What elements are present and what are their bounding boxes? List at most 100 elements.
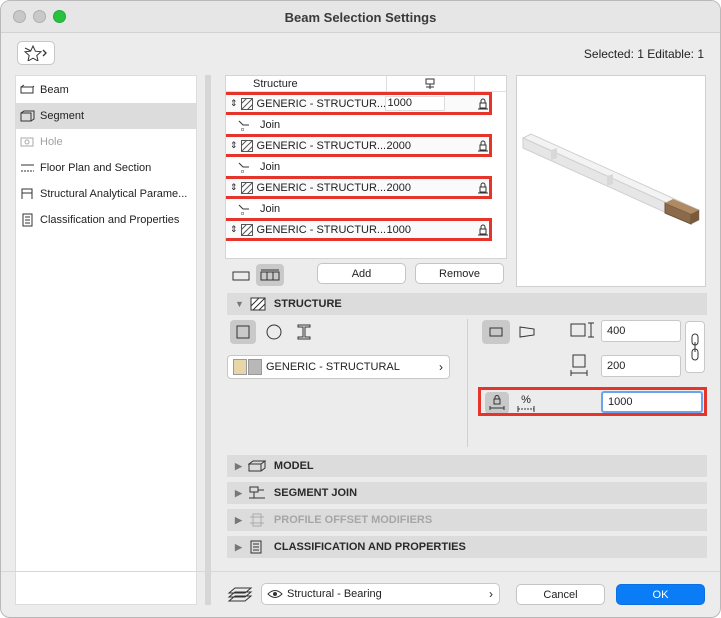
complex-profile-button[interactable]: [291, 320, 317, 344]
structure-column-header: Structure: [253, 78, 298, 90]
material-swatch-icon: [233, 359, 247, 375]
section-title: STRUCTURE: [273, 298, 342, 310]
collapsed-chevron-icon: ▶: [235, 541, 242, 552]
highlight-box: [478, 387, 707, 416]
tapered-beam-button[interactable]: [513, 320, 541, 344]
model-section-header[interactable]: ▶ MODEL: [227, 455, 707, 477]
svg-text:α: α: [241, 169, 244, 173]
ok-button[interactable]: OK: [616, 584, 705, 605]
join-icon: α: [238, 162, 249, 173]
selection-info: Selected: 1 Editable: 1: [583, 47, 704, 61]
join-row[interactable]: α Join: [226, 157, 492, 176]
add-segment-button[interactable]: Add: [317, 263, 406, 284]
title-bar: Beam Selection Settings: [1, 1, 720, 33]
remove-segment-button[interactable]: Remove: [415, 263, 504, 284]
sidebar-item-segment[interactable]: Segment: [16, 103, 196, 129]
chevron-right-icon: ›: [489, 587, 493, 601]
section-title: SEGMENT JOIN: [273, 487, 358, 499]
rectangular-profile-button[interactable]: [230, 320, 256, 344]
sidebar-item-label: Hole: [40, 136, 63, 148]
join-icon: α: [238, 204, 249, 215]
expanded-chevron-icon: ▼: [235, 299, 244, 309]
sidebar-item-label: Segment: [40, 110, 85, 122]
highlight-box: [226, 218, 492, 241]
width-dimension-icon: [570, 322, 594, 338]
sidebar-item-label: Beam: [40, 84, 69, 96]
segment-icon: [20, 110, 35, 122]
cancel-button[interactable]: Cancel: [516, 584, 605, 605]
width-input[interactable]: 400: [601, 320, 681, 342]
circular-profile-button[interactable]: [261, 320, 287, 344]
sidebar-item-hole[interactable]: Hole: [16, 129, 196, 155]
sidebar-item-beam[interactable]: Beam: [16, 77, 196, 103]
segment-list: Structure ⇕ GENERIC - STRUCTUR... 1000 α…: [225, 75, 507, 259]
structure-material-picker[interactable]: GENERIC - STRUCTURAL ›: [227, 355, 450, 379]
panel-divider[interactable]: [205, 75, 211, 605]
layer-name: Structural - Bearing: [287, 588, 382, 600]
classification-icon: [250, 540, 262, 554]
collapsed-chevron-icon: ▶: [235, 487, 242, 498]
model-icon: [247, 460, 266, 472]
tapered-beam-icon: [519, 326, 535, 338]
single-view-toggle[interactable]: [230, 267, 252, 285]
circle-shape-icon: [266, 324, 282, 340]
material-name: GENERIC - STRUCTURAL: [266, 361, 400, 373]
segment-list-header: Structure: [226, 76, 506, 92]
segmented-view-toggle[interactable]: [256, 264, 284, 286]
vertical-separator: [467, 319, 468, 447]
sidebar-item-structural-analytical[interactable]: Structural Analytical Parame...: [16, 181, 196, 207]
join-label: Join: [260, 118, 281, 131]
height-dimension-icon: [570, 354, 588, 376]
surface-swatch-icon: [248, 359, 262, 375]
settings-sidebar: Beam Segment Hole Floor Plan and Section…: [15, 75, 197, 605]
segmented-view-icon: [260, 269, 280, 281]
section-title: PROFILE OFFSET MODIFIERS: [273, 514, 433, 526]
segment-join-section-header[interactable]: ▶ SEGMENT JOIN: [227, 482, 707, 504]
layer-picker[interactable]: Structural - Bearing ›: [261, 583, 500, 605]
eye-icon: [267, 590, 283, 598]
beam-icon: [20, 84, 35, 94]
layers-icon: [227, 587, 253, 602]
join-label: Join: [260, 202, 281, 215]
structural-analytical-icon: [21, 188, 33, 199]
join-label: Join: [260, 160, 281, 173]
rectangle-shape-icon: [236, 325, 250, 339]
highlight-box: [226, 92, 492, 115]
profile-column-icon: [425, 78, 435, 89]
profile-offset-icon: [249, 513, 264, 527]
i-beam-profile-icon: [297, 324, 311, 340]
classification-section-header[interactable]: ▶ CLASSIFICATION AND PROPERTIES: [227, 536, 707, 558]
section-title: CLASSIFICATION AND PROPERTIES: [273, 541, 466, 553]
sidebar-item-classification[interactable]: Classification and Properties: [16, 207, 196, 233]
join-row[interactable]: α Join: [226, 199, 492, 218]
chevron-right-icon: ›: [439, 360, 443, 374]
structure-hatch-icon: [250, 297, 266, 311]
join-icon: α: [238, 120, 249, 131]
highlight-box: [226, 134, 492, 157]
collapsed-chevron-icon: ▶: [235, 514, 242, 525]
dialog-window: Beam Selection Settings Selected: 1 Edit…: [0, 0, 721, 618]
favorites-button[interactable]: [17, 41, 55, 65]
footer-divider: [1, 571, 720, 572]
beam-preview[interactable]: [516, 75, 706, 287]
beam-3d-preview-image: [521, 133, 701, 225]
sidebar-item-label: Structural Analytical Parame...: [40, 188, 188, 200]
favorites-star-icon: [23, 45, 47, 61]
height-input[interactable]: 200: [601, 355, 681, 377]
chain-link-icon: [691, 333, 699, 361]
straight-beam-icon: [489, 327, 503, 337]
window-title: Beam Selection Settings: [284, 10, 437, 25]
profile-offset-section-header[interactable]: ▶ PROFILE OFFSET MODIFIERS: [227, 509, 707, 531]
straight-beam-button[interactable]: [482, 320, 510, 344]
highlight-box: [226, 176, 492, 199]
link-dimensions-button[interactable]: [685, 321, 705, 373]
sidebar-item-label: Floor Plan and Section: [40, 162, 152, 174]
svg-text:α: α: [241, 127, 244, 131]
structure-section-header[interactable]: ▼ STRUCTURE: [227, 293, 707, 315]
classification-icon: [22, 213, 33, 227]
join-row[interactable]: α Join: [226, 115, 492, 134]
svg-text:α: α: [241, 211, 244, 215]
floor-plan-icon: [21, 164, 34, 172]
rectangle-view-icon: [232, 271, 250, 281]
sidebar-item-floor-plan[interactable]: Floor Plan and Section: [16, 155, 196, 181]
